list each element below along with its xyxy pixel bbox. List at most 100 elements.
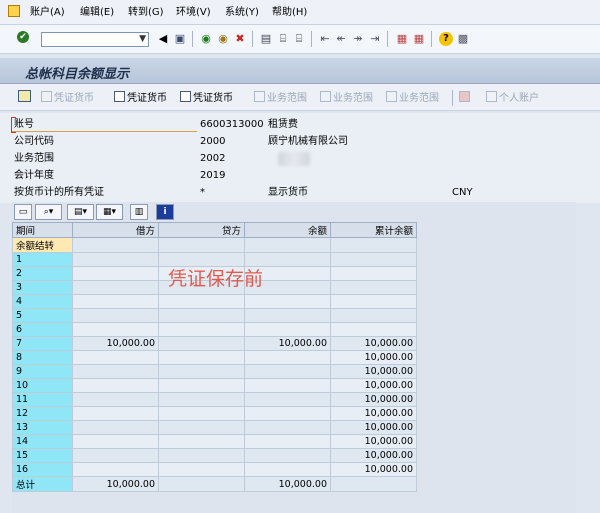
display-currency-value[interactable]: CNY [452,185,473,200]
command-field[interactable]: ▼ [41,32,149,47]
cell-debit[interactable] [72,378,159,393]
doc-currency-button-3[interactable]: 凭证货币 [180,91,233,105]
doc-currency-filter-value[interactable]: * [200,185,205,200]
cell-cumulative[interactable]: 10,000.00 [330,392,417,407]
table-row[interactable]: 16 10,000.00 [12,462,417,477]
cell-cumulative[interactable] [330,252,417,267]
cell-cumulative[interactable] [330,322,417,337]
clear-button[interactable] [459,91,472,105]
fiscal-year-value[interactable]: 2019 [200,168,225,183]
cell-balance[interactable] [244,406,331,421]
cell-credit[interactable] [158,406,245,421]
chart-icon[interactable]: ▥ [130,204,148,220]
table-row[interactable]: 6 [12,322,417,337]
menu-goto[interactable]: 转到(G) [128,6,164,20]
business-area-button-3[interactable]: 业务范围 [386,91,439,105]
cell-debit[interactable] [72,392,159,407]
cancel-icon[interactable]: ✖ [233,32,247,46]
cell-period[interactable]: 5 [12,308,73,323]
cell-period[interactable]: 总计 [12,476,73,492]
cell-debit[interactable] [72,350,159,365]
cell-debit[interactable] [72,294,159,309]
cell-cumulative[interactable]: 10,000.00 [330,406,417,421]
enter-checkmark-icon[interactable]: ✔ [17,31,29,43]
cell-credit[interactable] [158,378,245,393]
table-row[interactable]: 9 10,000.00 [12,364,417,379]
chevron-down-icon[interactable]: ▼ [139,34,146,44]
find-dropdown-icon[interactable]: ⌕▾ [35,204,62,220]
cell-debit[interactable] [72,364,159,379]
previous-page-icon[interactable]: ↞ [334,32,348,46]
table-row[interactable]: 11 10,000.00 [12,392,417,407]
cell-cumulative[interactable] [330,266,417,281]
table-row[interactable]: 13 10,000.00 [12,420,417,435]
cell-cumulative[interactable]: 10,000.00 [330,462,417,477]
cell-debit[interactable] [72,406,159,421]
account-value[interactable]: 6600313000 [200,117,264,132]
cell-cumulative[interactable]: 10,000.00 [330,448,417,463]
cell-period[interactable]: 11 [12,392,73,407]
cell-cumulative[interactable] [330,476,417,492]
table-row[interactable]: 12 10,000.00 [12,406,417,421]
table-row[interactable]: 7 10,000.00 10,000.00 10,000.00 [12,336,417,351]
export-dropdown-icon[interactable]: ▤▾ [67,204,94,220]
menu-account[interactable]: 账户(A) [30,6,65,20]
next-page-icon[interactable]: ↠ [351,32,365,46]
collapse-arrow-icon[interactable]: ◀ [156,32,170,46]
menu-edit[interactable]: 编辑(E) [80,6,114,20]
cell-balance[interactable] [244,322,331,337]
back-icon[interactable]: ◉ [199,32,213,46]
cell-period[interactable]: 2 [12,266,73,281]
menu-help[interactable]: 帮助(H) [272,6,307,20]
cell-period[interactable]: 4 [12,294,73,309]
cell-cumulative[interactable]: 10,000.00 [330,420,417,435]
cell-credit[interactable] [158,462,245,477]
cell-debit[interactable] [72,308,159,323]
business-area-button-2[interactable]: 业务范围 [320,91,373,105]
cell-period[interactable]: 7 [12,336,73,351]
cell-period[interactable]: 8 [12,350,73,365]
cell-balance[interactable] [244,364,331,379]
personal-account-button[interactable]: 个人账户 [486,91,539,105]
cell-cumulative[interactable] [330,294,417,309]
cell-balance[interactable] [244,434,331,449]
cell-period[interactable]: 14 [12,434,73,449]
cell-cumulative[interactable]: 10,000.00 [330,434,417,449]
cell-credit[interactable] [158,434,245,449]
cell-debit[interactable] [72,420,159,435]
new-session-icon[interactable]: ▦ [395,32,409,46]
table-row[interactable]: 4 [12,294,417,309]
cell-debit[interactable] [72,280,159,295]
cell-period[interactable]: 9 [12,364,73,379]
cell-credit[interactable] [158,322,245,337]
cell-debit[interactable] [72,322,159,337]
cell-balance[interactable] [244,420,331,435]
table-row[interactable]: 5 [12,308,417,323]
cell-debit[interactable] [72,237,159,253]
cell-debit[interactable] [72,462,159,477]
cell-credit[interactable] [158,364,245,379]
cell-period[interactable]: 10 [12,378,73,393]
last-page-icon[interactable]: ⇥ [368,32,382,46]
calendar-grid-icon[interactable] [18,90,31,102]
first-page-icon[interactable]: ⇤ [318,32,332,46]
cell-debit[interactable]: 10,000.00 [72,476,159,492]
cell-balance[interactable]: 10,000.00 [244,476,331,492]
cell-period[interactable]: 16 [12,462,73,477]
cell-period[interactable]: 6 [12,322,73,337]
cell-credit[interactable] [158,237,245,253]
cell-balance[interactable] [244,392,331,407]
table-row[interactable]: 14 10,000.00 [12,434,417,449]
column-header-balance[interactable]: 余额 [244,222,331,238]
doc-currency-button-1[interactable]: 凭证货币 [41,91,94,105]
create-shortcut-icon[interactable]: ▦ [412,32,426,46]
table-row[interactable]: 15 10,000.00 [12,448,417,463]
cell-balance[interactable] [244,350,331,365]
cell-credit[interactable] [158,308,245,323]
find-next-icon[interactable]: ⌸ [292,32,306,46]
help-icon[interactable]: ? [439,32,453,46]
cell-cumulative[interactable] [330,237,417,253]
cell-cumulative[interactable] [330,280,417,295]
cell-cumulative[interactable]: 10,000.00 [330,336,417,351]
cell-balance[interactable] [244,237,331,253]
